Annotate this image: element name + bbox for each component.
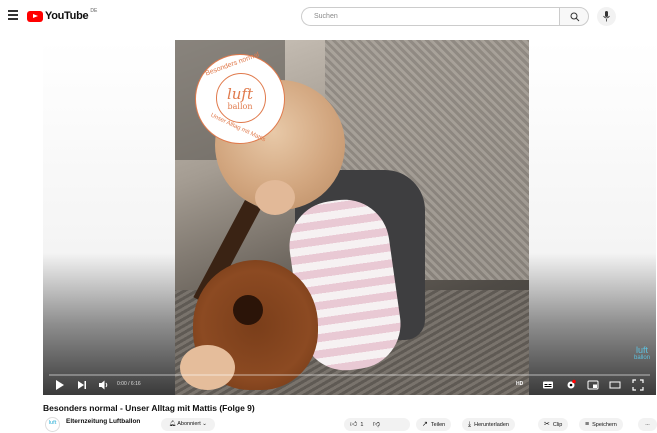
share-label: Teilen <box>430 422 446 428</box>
save-label: Speichern <box>592 422 617 428</box>
voice-search-button[interactable] <box>597 7 616 26</box>
mic-icon <box>603 11 610 22</box>
like-button[interactable]: 👍︎ 1 <box>350 421 364 428</box>
download-label: Herunterladen <box>474 422 509 428</box>
next-icon <box>78 381 86 389</box>
thumbs-up-icon: 👍︎ <box>350 421 358 428</box>
search-button[interactable] <box>559 7 589 26</box>
video-player[interactable]: Besonders normal luft ballon Unser Allta… <box>43 40 656 395</box>
badge-logo: luft ballon <box>226 85 254 112</box>
channel-avatar[interactable]: luft <box>45 417 60 432</box>
volume-button[interactable] <box>98 379 110 393</box>
progress-bar[interactable] <box>49 374 650 376</box>
youtube-logo[interactable]: YouTube DE <box>27 8 98 23</box>
menu-icon[interactable] <box>8 10 18 20</box>
luftballon-badge: Besonders normal luft ballon Unser Allta… <box>195 51 285 144</box>
clip-label: Clip <box>552 422 563 428</box>
thumbs-down-icon: 👎︎ <box>372 421 381 428</box>
channel-watermark[interactable]: luft ballon <box>634 346 650 362</box>
more-actions-button[interactable]: ... <box>638 418 657 431</box>
gear-icon <box>567 379 576 389</box>
settings-button[interactable] <box>565 379 577 393</box>
miniplayer-icon <box>587 380 599 390</box>
youtube-play-icon <box>27 10 43 22</box>
search-icon <box>570 12 580 22</box>
share-button[interactable]: ↗ Teilen <box>416 418 452 431</box>
channel-name[interactable]: Elternzeitung Luftballon <box>66 418 140 425</box>
share-icon: ↗ <box>422 421 428 428</box>
subscribe-button[interactable]: 🔔︎ Abonniert ⌄ <box>161 418 215 431</box>
player-letterbox-left <box>43 40 175 395</box>
masthead: YouTube DE Suchen <box>0 0 657 32</box>
more-icon: ... <box>645 421 650 427</box>
theater-icon <box>609 381 621 389</box>
chevron-down-icon: ⌄ <box>202 421 207 427</box>
logo-region: DE <box>90 8 98 14</box>
save-button[interactable]: ≡ Speichern <box>579 418 623 431</box>
time-display: 0:00 / 6:16 <box>117 381 141 387</box>
like-dislike-group: 👍︎ 1 👎︎ <box>344 418 410 431</box>
fullscreen-button[interactable] <box>632 379 644 393</box>
clip-button[interactable]: ✂ Clip <box>538 418 569 431</box>
like-count: 1 <box>360 422 364 428</box>
subtitles-icon <box>543 381 553 389</box>
search-input[interactable]: Suchen <box>301 7 559 26</box>
subtitles-button[interactable] <box>542 379 554 393</box>
theater-mode-button[interactable] <box>609 379 621 393</box>
volume-icon <box>99 380 108 390</box>
video-title: Besonders normal - Unser Alltag mit Matt… <box>43 403 255 413</box>
play-icon <box>56 380 64 390</box>
video-frame: Besonders normal luft ballon Unser Allta… <box>175 40 529 395</box>
scissors-icon: ✂ <box>544 421 550 428</box>
player-letterbox-right <box>529 40 656 395</box>
download-button[interactable]: ⤓ Herunterladen <box>462 418 515 431</box>
play-button[interactable] <box>55 379 65 393</box>
download-icon: ⤓ <box>468 421 472 428</box>
dislike-button[interactable]: 👎︎ <box>372 421 383 428</box>
save-playlist-icon: ≡ <box>585 421 590 428</box>
bell-icon: 🔔︎ <box>169 421 176 427</box>
fullscreen-icon <box>632 379 644 391</box>
miniplayer-button[interactable] <box>587 379 599 393</box>
next-button[interactable] <box>77 379 87 393</box>
subscribe-label: Abonniert <box>177 421 201 427</box>
hd-badge: HD <box>516 381 524 387</box>
logo-text: YouTube <box>45 10 89 22</box>
